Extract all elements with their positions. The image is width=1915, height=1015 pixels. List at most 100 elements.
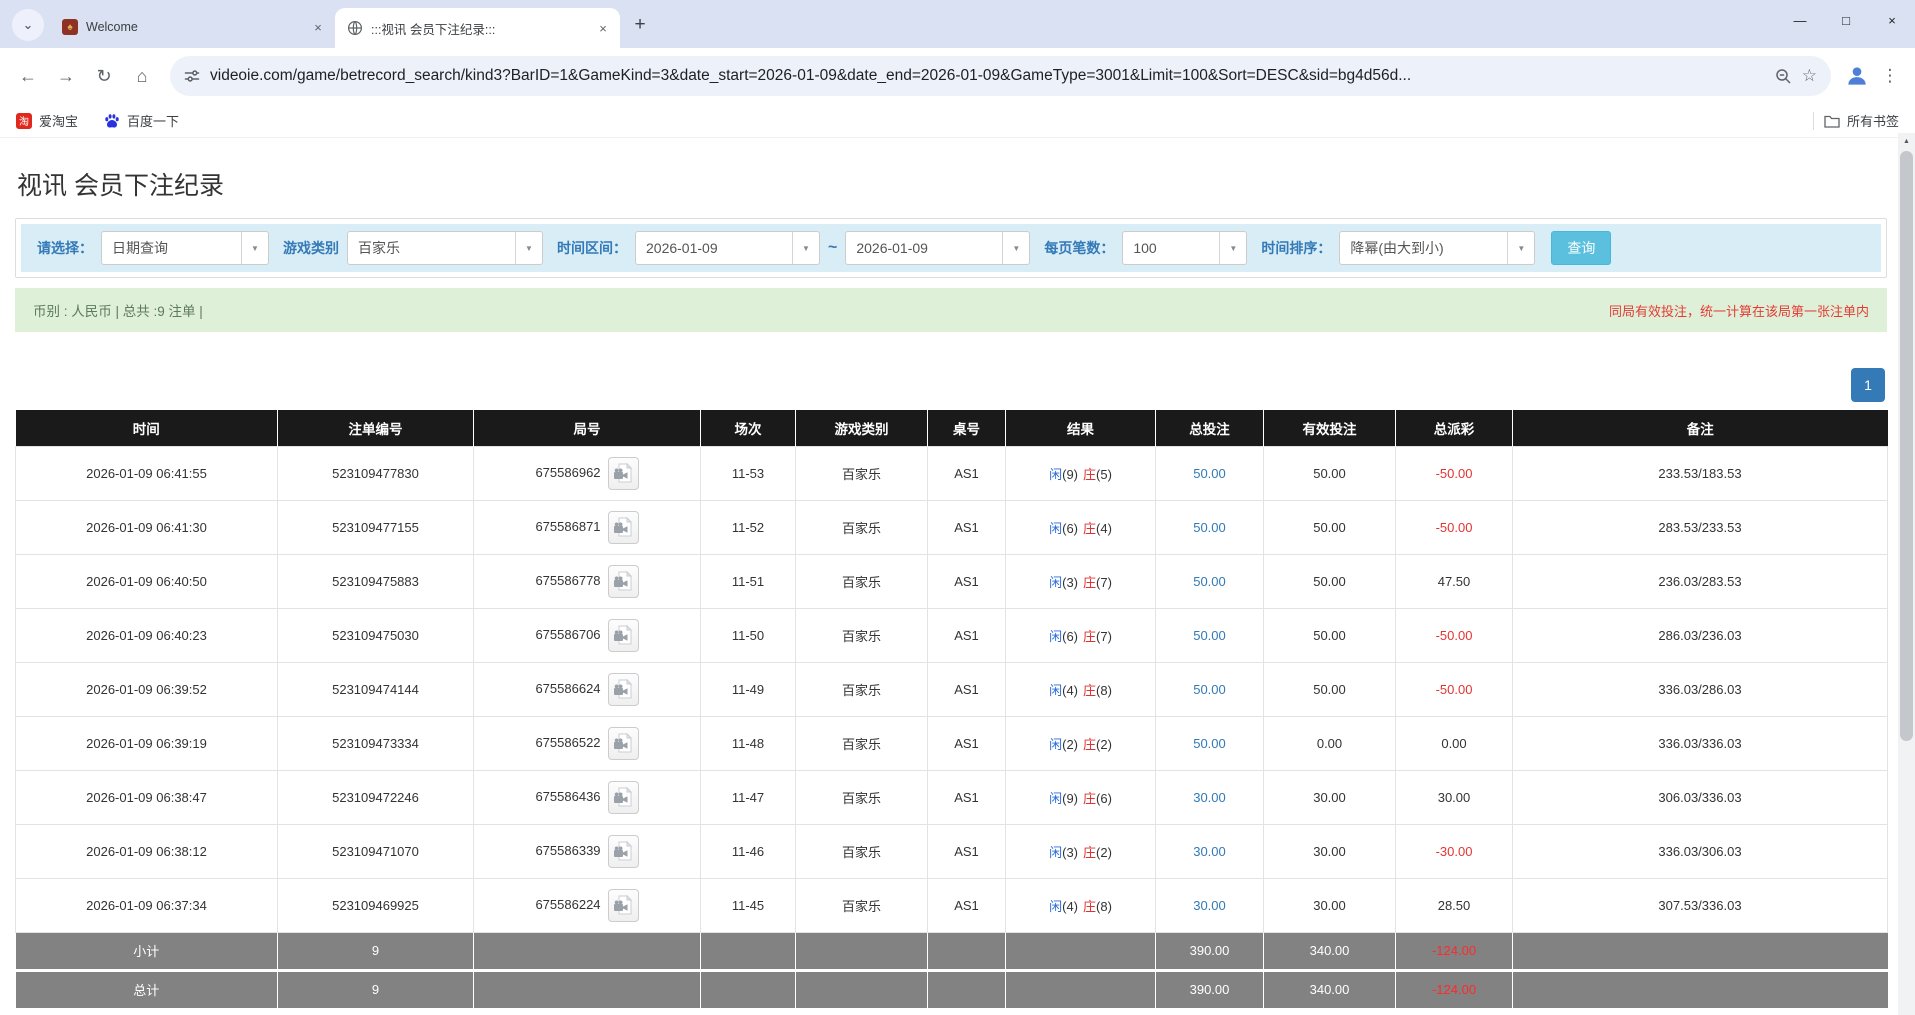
cell-round-number: 675586339 [474,824,701,878]
profile-avatar-icon[interactable] [1841,60,1873,92]
reload-button[interactable]: ↻ [86,58,122,94]
zoom-icon[interactable] [1775,68,1792,85]
video-replay-button[interactable] [608,511,639,544]
game-type-label: 游戏类别 [283,238,339,258]
page-content: 视讯 会员下注纪录 请选择： 日期查询 ▼ 游戏类别 百家乐 ▼ 时间区间： 2… [0,166,1915,1008]
sort-select[interactable]: 降幂(由大到小) ▼ [1339,231,1535,265]
cell-table-number: AS1 [928,608,1006,662]
cell-total-bet[interactable]: 50.00 [1156,716,1264,770]
page-number-button[interactable]: 1 [1851,368,1885,402]
taobao-icon: 淘 [16,113,32,129]
date-start-select[interactable]: 2026-01-09 ▼ [635,231,820,265]
summary-cell [474,970,701,1008]
bookmark-star-icon[interactable]: ☆ [1802,66,1817,86]
site-settings-icon[interactable] [184,68,200,84]
tab-title: :::视讯 会员下注纪录::: [371,19,586,38]
game-type-select[interactable]: 百家乐 ▼ [347,231,543,265]
welcome-favicon-icon: ♠ [62,19,78,35]
result-banker: 庄 [1083,899,1096,914]
table-header-row: 时间注单编号局号场次游戏类别桌号结果总投注有效投注总派彩备注 [16,410,1888,446]
tab-close-icon[interactable]: × [309,18,327,36]
cell-total-bet[interactable]: 30.00 [1156,878,1264,932]
cell-game-type: 百家乐 [796,770,928,824]
back-button[interactable]: ← [10,58,46,94]
table-row: 2026-01-09 06:41:30523109477155675586871… [16,500,1888,554]
vertical-scrollbar[interactable]: ▲ [1898,133,1915,1015]
table-row: 2026-01-09 06:39:19523109473334675586522… [16,716,1888,770]
chevron-down-icon: ▼ [1507,232,1534,264]
video-replay-button[interactable] [608,727,639,760]
cell-total-bet[interactable]: 50.00 [1156,608,1264,662]
per-page-select[interactable]: 100 ▼ [1122,231,1247,265]
cell-result: 闲(3)庄(2) [1006,824,1156,878]
cell-total-bet[interactable]: 50.00 [1156,500,1264,554]
result-banker: 庄 [1083,791,1096,806]
video-replay-button[interactable] [608,565,639,598]
cell-valid-bet: 50.00 [1264,554,1396,608]
cell-session: 11-47 [701,770,796,824]
all-bookmarks-button[interactable]: 所有书签 [1824,111,1899,130]
cell-bet-number: 523109475883 [278,554,474,608]
video-replay-button[interactable] [608,889,639,922]
column-header: 结果 [1006,410,1156,446]
window-controls: — □ × [1777,0,1915,40]
cell-time: 2026-01-09 06:40:23 [16,608,278,662]
search-button[interactable]: 查询 [1551,231,1611,265]
browser-menu-icon[interactable]: ⋮ [1875,58,1905,94]
result-player: 闲 [1049,521,1062,536]
video-replay-button[interactable] [608,619,639,652]
cell-game-type: 百家乐 [796,716,928,770]
all-bookmarks-label: 所有书签 [1847,111,1899,130]
address-bar[interactable]: videoie.com/game/betrecord_search/kind3?… [170,56,1831,96]
query-type-value: 日期查询 [102,238,241,258]
cell-session: 11-52 [701,500,796,554]
table-row: 2026-01-09 06:40:50523109475883675586778… [16,554,1888,608]
cell-total-bet[interactable]: 50.00 [1156,662,1264,716]
folder-icon [1824,114,1840,128]
video-replay-button[interactable] [608,835,639,868]
cell-game-type: 百家乐 [796,824,928,878]
round-number: 675586436 [535,788,600,803]
maximize-button[interactable]: □ [1823,0,1869,40]
home-button[interactable]: ⌂ [124,58,160,94]
cell-total-bet[interactable]: 50.00 [1156,554,1264,608]
bookmark-baidu[interactable]: 百度一下 [104,111,179,130]
video-replay-button[interactable] [608,457,639,490]
cell-time: 2026-01-09 06:41:30 [16,500,278,554]
cell-game-type: 百家乐 [796,500,928,554]
cell-total-bet[interactable]: 30.00 [1156,824,1264,878]
result-player: 闲 [1049,899,1062,914]
cell-round-number: 675586778 [474,554,701,608]
column-header: 有效投注 [1264,410,1396,446]
tab-search-button[interactable]: ⌄ [12,9,44,41]
bookmark-taobao[interactable]: 淘 爱淘宝 [16,111,78,130]
video-replay-button[interactable] [608,781,639,814]
date-end-select[interactable]: 2026-01-09 ▼ [845,231,1030,265]
url-text[interactable]: videoie.com/game/betrecord_search/kind3?… [210,67,1765,85]
video-replay-button[interactable] [608,673,639,706]
cell-table-number: AS1 [928,770,1006,824]
tab-bet-records[interactable]: :::视讯 会员下注纪录::: × [335,8,620,48]
new-tab-button[interactable]: + [626,11,654,39]
sort-value: 降幂(由大到小) [1340,238,1507,258]
close-button[interactable]: × [1869,0,1915,40]
scrollbar-thumb[interactable] [1900,151,1913,741]
query-type-select[interactable]: 日期查询 ▼ [101,231,269,265]
column-header: 场次 [701,410,796,446]
result-player: 闲 [1049,683,1062,698]
cell-total-bet[interactable]: 50.00 [1156,446,1264,500]
chevron-down-icon: ▼ [792,232,819,264]
forward-button[interactable]: → [48,58,84,94]
result-banker: 庄 [1083,575,1096,590]
cell-session: 11-50 [701,608,796,662]
tab-welcome[interactable]: ♠ Welcome × [50,10,335,44]
chevron-down-icon: ▼ [1002,232,1029,264]
cell-total-bet[interactable]: 30.00 [1156,770,1264,824]
result-banker: 庄 [1083,683,1096,698]
scroll-up-icon[interactable]: ▲ [1898,133,1915,149]
globe-icon [347,20,363,36]
tab-close-icon[interactable]: × [594,19,612,37]
cell-remark: 283.53/233.53 [1513,500,1888,554]
minimize-button[interactable]: — [1777,0,1823,40]
chevron-down-icon: ▼ [241,232,268,264]
